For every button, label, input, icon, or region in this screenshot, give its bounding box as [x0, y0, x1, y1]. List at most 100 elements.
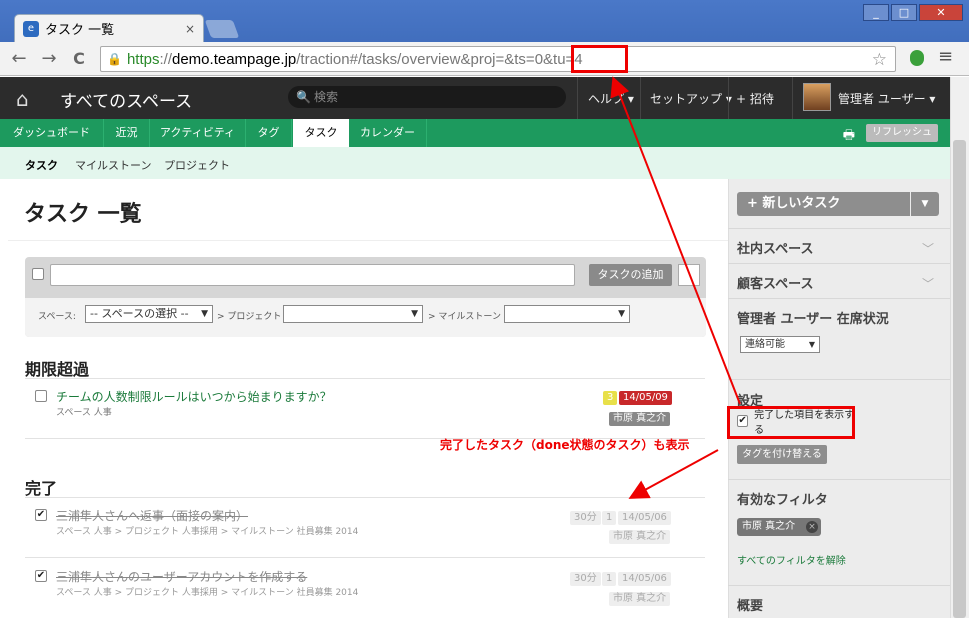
task-path: スペース 人事 > プロジェクト 人事採用 > マイルストーン 社員募集 201… [56, 527, 359, 537]
reload-button[interactable]: C [68, 48, 90, 70]
new-task-input[interactable] [50, 264, 575, 286]
url-host: demo.teampage.jp [172, 50, 297, 68]
search-placeholder: 検索 [314, 90, 339, 104]
task-due-date-badge: 14/05/06 [618, 511, 671, 525]
help-menu[interactable]: ヘルプ ▾ [588, 90, 634, 107]
print-icon[interactable]: 🖶 [843, 126, 855, 148]
app-header: ⌂ すべてのスペース 🔍 検索 ヘルプ ▾ セットアップ ▾ + 招待 管理者 … [0, 77, 950, 119]
project-label: > プロジェクト [217, 312, 282, 322]
internal-spaces-heading[interactable]: 社内スペース [737, 238, 813, 257]
tab-title: タスク 一覧 [45, 23, 115, 38]
task-assignee-badge[interactable]: 市原 真之介 [609, 592, 671, 606]
space-select[interactable]: -- スペースの選択 -- ▼ [85, 305, 213, 323]
section-overdue: 期限超過 [25, 360, 90, 379]
select-all-checkbox[interactable] [32, 268, 44, 280]
url-sep: :// [159, 50, 172, 68]
divider [25, 378, 705, 379]
section-done: 完了 [25, 479, 58, 498]
new-task-dropdown-button[interactable]: ▼ [911, 192, 939, 216]
url-path: /traction#/tasks/overview&proj=&ts=0&tu=… [296, 50, 583, 68]
maximize-button[interactable]: □ [891, 4, 917, 21]
divider [728, 379, 950, 380]
user-menu[interactable]: 管理者 ユーザー ▾ [838, 90, 935, 107]
main-nav: ダッシュボード 近況 アクティビティ タグ タスク カレンダー 🖶 リフレッシュ [0, 119, 950, 147]
task-due-date-badge: 14/05/09 [619, 391, 672, 405]
task-assignee-badge[interactable]: 市原 真之介 [609, 530, 671, 544]
tab-calendar[interactable]: カレンダー [349, 119, 427, 147]
avatar[interactable] [803, 83, 831, 111]
active-filters-heading: 有効なフィルタ [737, 493, 828, 508]
retag-button[interactable]: タグを付け替える [737, 445, 827, 464]
browser-menu-icon[interactable]: ≡ [938, 46, 953, 67]
extension-icon[interactable] [910, 50, 924, 66]
url-scheme: https [126, 50, 160, 68]
chevron-down-icon: ▼ [201, 309, 208, 319]
task-count-badge: 1 [602, 572, 617, 586]
divider [8, 240, 728, 241]
tab-tasks[interactable]: タスク [293, 119, 349, 147]
task-count-badge: 1 [602, 511, 617, 525]
lock-icon: 🔒 [107, 52, 122, 66]
divider [640, 77, 641, 119]
divider [728, 77, 729, 119]
presence-select[interactable]: 連絡可能 ▼ [740, 336, 820, 353]
divider [25, 557, 705, 558]
space-select-value: -- スペースの選択 -- [90, 307, 189, 320]
milestone-select[interactable]: ▼ [504, 305, 630, 323]
add-task-button[interactable]: タスクの追加 [589, 264, 672, 286]
address-bar[interactable]: 🔒 https://demo.teampage.jp/traction#/tas… [100, 46, 896, 72]
back-button[interactable]: ← [8, 48, 30, 70]
divider [728, 228, 950, 229]
refresh-button[interactable]: リフレッシュ [866, 124, 938, 142]
page-title: タスク 一覧 [24, 202, 142, 227]
all-spaces-link[interactable]: すべてのスペース [60, 87, 192, 112]
presence-value: 連絡可能 [745, 339, 785, 350]
divider [25, 497, 705, 498]
setup-menu[interactable]: セットアップ ▾ [650, 90, 732, 107]
subtab-projects[interactable]: プロジェクト [164, 157, 230, 173]
close-window-button[interactable]: ✕ [919, 4, 963, 21]
chevron-down-icon[interactable]: ﹀ [922, 275, 934, 292]
clear-filters-link[interactable]: すべてのフィルタを解除 [737, 552, 846, 567]
overview-heading[interactable]: 概要 [737, 595, 763, 614]
home-icon[interactable]: ⌂ [16, 87, 29, 111]
project-select[interactable]: ▼ [283, 305, 423, 323]
filter-chip[interactable]: 市原 真之介 × [737, 518, 821, 536]
task-title-link[interactable]: 三浦隼人さんのユーザーアカウントを作成する [56, 568, 307, 585]
invite-button[interactable]: + 招待 [736, 90, 774, 107]
subtab-tasks[interactable]: タスク [25, 157, 58, 173]
annotation-text: 完了したタスク（done状態のタスク）も表示 [440, 438, 690, 452]
task-path: スペース 人事 > プロジェクト 人事採用 > マイルストーン 社員募集 201… [56, 588, 359, 598]
task-title-link[interactable]: チームの人数制限ルールはいつから始まりますか？ [56, 388, 332, 405]
tab-close-icon[interactable]: × [185, 22, 195, 36]
app-favicon-icon: e [23, 20, 39, 37]
customer-spaces-heading[interactable]: 顧客スペース [737, 273, 813, 292]
chevron-down-icon: ▼ [618, 309, 625, 319]
task-options-button[interactable] [678, 264, 700, 286]
task-checkbox[interactable]: ✔ [35, 570, 47, 582]
search-input[interactable]: 🔍 検索 [288, 86, 566, 108]
browser-tab[interactable]: e タスク 一覧 × [14, 14, 204, 42]
forward-button[interactable]: → [38, 48, 60, 70]
tab-recent[interactable]: 近況 [104, 119, 150, 147]
tab-activity[interactable]: アクティビティ [150, 119, 246, 147]
task-checkbox[interactable] [35, 390, 47, 402]
new-task-button[interactable]: + 新しいタスク [737, 192, 910, 216]
window-controls: _ □ ✕ [863, 4, 963, 21]
divider [792, 77, 793, 119]
divider [728, 479, 950, 480]
task-checkbox[interactable]: ✔ [35, 509, 47, 521]
tab-tags[interactable]: タグ [246, 119, 292, 147]
task-due-date-badge: 14/05/06 [618, 572, 671, 586]
task-assignee-badge[interactable]: 市原 真之介 [609, 412, 671, 426]
subtab-milestones[interactable]: マイルストーン [75, 157, 151, 173]
bookmark-star-icon[interactable]: ☆ [872, 50, 887, 70]
minimize-button[interactable]: _ [863, 4, 889, 21]
divider [728, 298, 950, 299]
chevron-down-icon[interactable]: ﹀ [922, 240, 934, 257]
scrollbar-thumb[interactable] [953, 140, 966, 618]
divider [577, 77, 578, 119]
tab-dashboard[interactable]: ダッシュボード [0, 119, 104, 147]
close-icon[interactable]: × [806, 521, 818, 533]
task-title-link[interactable]: 三浦隼人さんへ返事（面接の案内） [56, 507, 248, 524]
